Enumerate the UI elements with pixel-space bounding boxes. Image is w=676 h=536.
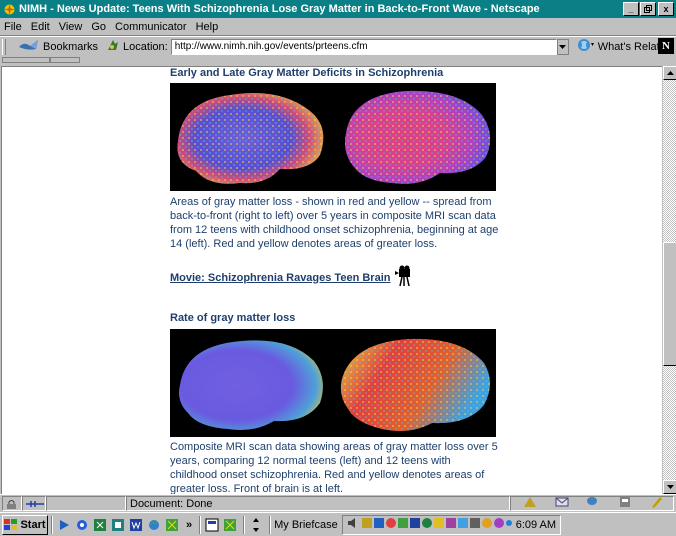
mail-icon[interactable] — [555, 496, 569, 511]
menu-file[interactable]: File — [4, 21, 22, 33]
status-bar: Document: Done — [0, 494, 676, 512]
menu-edit[interactable]: Edit — [31, 21, 50, 33]
start-label: Start — [20, 518, 46, 531]
movie-camera-icon[interactable] — [394, 265, 416, 290]
scroll-up-button[interactable] — [663, 66, 676, 80]
discussion-icon[interactable] — [586, 496, 600, 511]
quicklaunch-globe-icon[interactable] — [146, 517, 162, 533]
menu-help[interactable]: Help — [196, 21, 219, 33]
maximize-button[interactable] — [640, 2, 656, 16]
system-tray: 6:09 AM — [341, 514, 562, 535]
url-text: http://www.nimh.nih.gov/events/prteens.c… — [174, 41, 368, 52]
security-lock-icon[interactable] — [2, 496, 22, 511]
quicklaunch-app-icon[interactable] — [164, 517, 180, 533]
netscape-logo[interactable]: N — [658, 38, 674, 54]
menu-bar: File Edit View Go Communicator Help — [0, 18, 676, 36]
status-text-section: Document: Done — [126, 496, 510, 511]
taskbar-netscape-icon[interactable] — [222, 517, 238, 533]
collapsed-toolbar-tab[interactable] — [2, 57, 50, 63]
caption-rate-of-loss: Composite MRI scan data showing areas of… — [170, 441, 498, 494]
start-button[interactable]: Start — [2, 514, 48, 535]
scroll-thumb[interactable] — [663, 242, 676, 366]
whats-related-icon — [577, 38, 595, 55]
navigator-icon[interactable] — [523, 496, 537, 511]
location-toolbar: Bookmarks Location: http://www.nimh.nih.… — [0, 36, 676, 56]
vertical-scrollbar[interactable] — [662, 66, 676, 494]
bookmarks-icon — [18, 38, 40, 55]
tray-icons[interactable] — [361, 516, 512, 533]
component-bar — [510, 496, 674, 511]
collapsed-toolbar-tab[interactable] — [50, 57, 80, 63]
quicklaunch-word-icon[interactable] — [128, 517, 144, 533]
quicklaunch-chevron[interactable]: » — [186, 519, 192, 531]
status-text: Document: Done — [130, 497, 213, 510]
scroll-down-button[interactable] — [663, 480, 676, 494]
connection-icon — [22, 496, 46, 511]
brain-image-early-late — [170, 83, 496, 191]
quicklaunch-ie-icon[interactable] — [74, 517, 90, 533]
window-title: NIMH - News Update: Teens With Schizophr… — [19, 3, 540, 15]
volume-icon[interactable] — [347, 517, 359, 532]
address-book-icon[interactable] — [618, 496, 632, 511]
bookmarks-button[interactable]: Bookmarks — [18, 38, 98, 55]
taskbar-window-icon[interactable] — [204, 517, 220, 533]
collapsed-toolbar-tabs — [0, 56, 676, 65]
menu-go[interactable]: Go — [91, 21, 106, 33]
heading-early-late-deficits: Early and Late Gray Matter Deficits in S… — [170, 67, 444, 79]
minimize-button[interactable]: _ — [623, 2, 639, 16]
clock[interactable]: 6:09 AM — [516, 519, 556, 531]
heading-rate-of-loss: Rate of gray matter loss — [170, 312, 296, 324]
quicklaunch-publisher-icon[interactable] — [110, 517, 126, 533]
briefcase-toolbar-label[interactable]: My Briefcase — [274, 519, 338, 531]
windows-taskbar: Start » My Briefcase 6:09 AM — [0, 512, 676, 536]
caption-early-late: Areas of gray matter loss - shown in red… — [170, 196, 499, 250]
netscape-app-icon[interactable] — [2, 2, 16, 16]
brain-image-rate-of-loss — [170, 329, 496, 437]
location-icon[interactable] — [106, 38, 120, 55]
page-content: Early and Late Gray Matter Deficits in S… — [1, 66, 662, 494]
quicklaunch-excel-icon[interactable] — [92, 517, 108, 533]
menu-communicator[interactable]: Communicator — [115, 21, 187, 33]
progress-bar — [46, 496, 126, 511]
quicklaunch-media-icon[interactable] — [56, 517, 72, 533]
location-label: Location: — [123, 40, 168, 53]
composer-icon[interactable] — [650, 496, 664, 511]
taskbar-scroll-icon[interactable] — [248, 517, 264, 533]
movie-link[interactable]: Movie: Schizophrenia Ravages Teen Brain — [170, 272, 390, 284]
url-input[interactable]: http://www.nimh.nih.gov/events/prteens.c… — [170, 38, 557, 55]
menu-view[interactable]: View — [59, 21, 83, 33]
bookmarks-label: Bookmarks — [43, 40, 99, 53]
title-bar: NIMH - News Update: Teens With Schizophr… — [0, 0, 676, 18]
close-button[interactable]: x — [658, 2, 674, 16]
toolbar-grip[interactable] — [2, 38, 6, 55]
url-dropdown-button[interactable] — [556, 38, 569, 55]
